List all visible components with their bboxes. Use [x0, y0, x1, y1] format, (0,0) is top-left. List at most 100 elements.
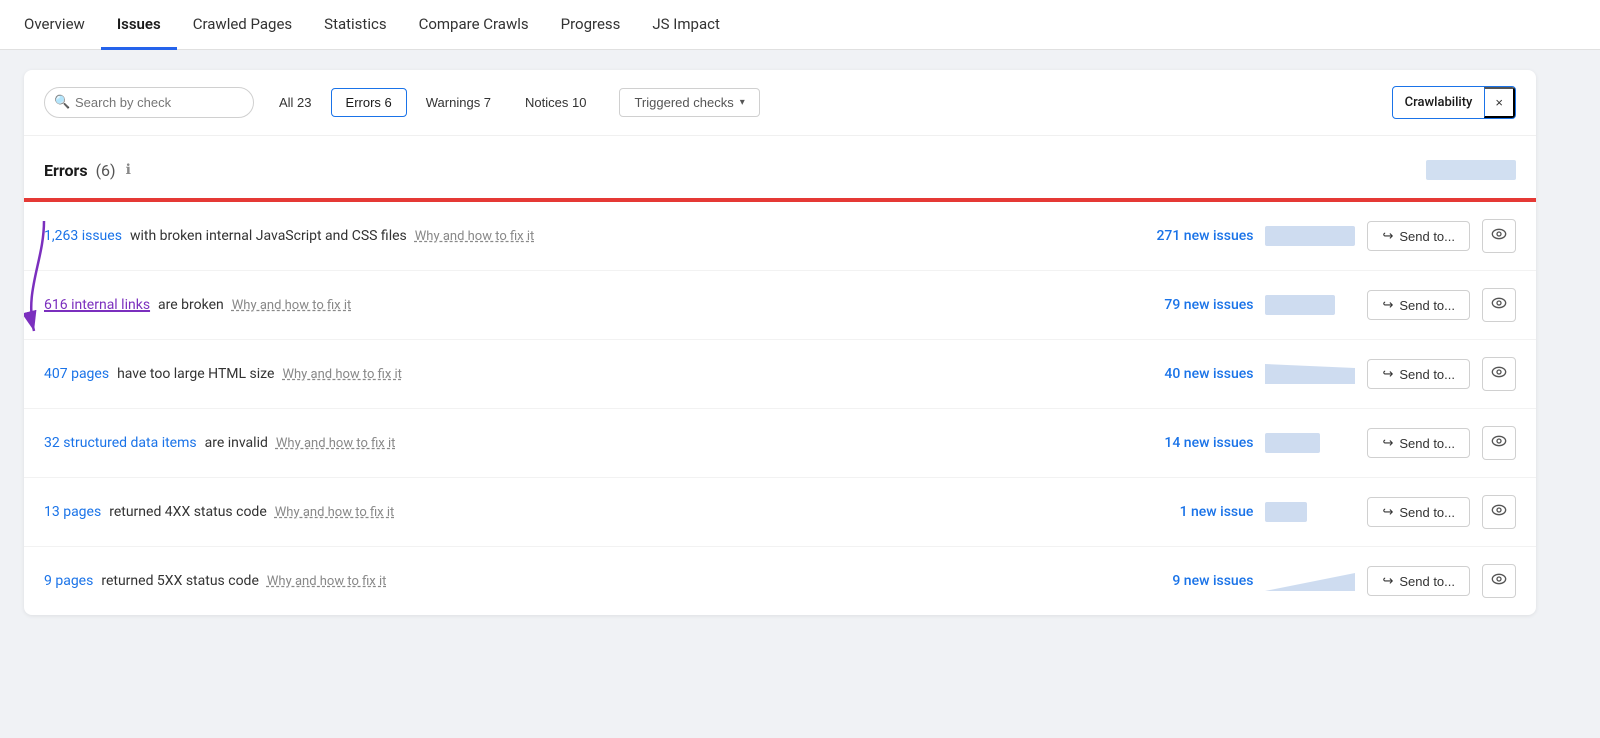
issue-chart [1265, 218, 1355, 254]
send-to-button[interactable]: ↪ Send to... [1367, 428, 1470, 458]
eye-button[interactable] [1482, 426, 1516, 460]
send-to-button[interactable]: ↪ Send to... [1367, 566, 1470, 596]
issue-description: with broken internal JavaScript and CSS … [130, 228, 407, 244]
top-navigation: Overview Issues Crawled Pages Statistics… [0, 0, 1600, 50]
eye-button[interactable] [1482, 288, 1516, 322]
fix-link[interactable]: Why and how to fix it [415, 229, 535, 244]
send-icon: ↪ [1382, 297, 1393, 313]
main-content: 🔍 All 23 Errors 6 Warnings 7 Notices 10 … [0, 50, 1560, 635]
chevron-down-icon: ▾ [740, 97, 745, 108]
issue-description: are broken [158, 297, 224, 313]
crawlability-filter: Crawlability × [1392, 86, 1516, 119]
nav-progress[interactable]: Progress [545, 0, 637, 50]
fix-link[interactable]: Why and how to fix it [232, 298, 352, 313]
issue-link[interactable]: 9 pages [44, 573, 93, 589]
send-to-button[interactable]: ↪ Send to... [1367, 221, 1470, 251]
issue-row: 32 structured data items are invalid Why… [24, 409, 1536, 478]
issue-row: 407 pages have too large HTML size Why a… [24, 340, 1536, 409]
issue-link[interactable]: 407 pages [44, 366, 109, 382]
new-issues-count: 9 new issues [1133, 573, 1253, 589]
triggered-checks-button[interactable]: Triggered checks ▾ [619, 88, 759, 117]
search-icon: 🔍 [54, 95, 70, 110]
fix-link[interactable]: Why and how to fix it [275, 505, 395, 520]
crawlability-close-button[interactable]: × [1484, 87, 1515, 118]
issue-main: 9 pages returned 5XX status code Why and… [44, 573, 1121, 589]
tab-notices[interactable]: Notices 10 [510, 88, 601, 117]
issue-main: 616 internal links are broken Why and ho… [44, 297, 1121, 313]
nav-overview[interactable]: Overview [24, 0, 101, 50]
issue-main: 32 structured data items are invalid Why… [44, 435, 1121, 451]
send-label: Send to... [1399, 367, 1455, 382]
new-issues-count: 14 new issues [1133, 435, 1253, 451]
send-icon: ↪ [1382, 435, 1393, 451]
eye-icon [1491, 364, 1507, 384]
new-issues-count: 1 new issue [1133, 504, 1253, 520]
search-input[interactable] [44, 87, 254, 118]
nav-compare-crawls[interactable]: Compare Crawls [403, 0, 545, 50]
nav-issues[interactable]: Issues [101, 0, 177, 50]
issues-card: 🔍 All 23 Errors 6 Warnings 7 Notices 10 … [24, 70, 1536, 615]
eye-button[interactable] [1482, 219, 1516, 253]
fix-link[interactable]: Why and how to fix it [267, 574, 387, 589]
crawlability-label: Crawlability [1393, 89, 1485, 116]
eye-button[interactable] [1482, 564, 1516, 598]
issue-chart [1265, 356, 1355, 392]
send-icon: ↪ [1382, 504, 1393, 520]
issue-main: 1,263 issues with broken internal JavaSc… [44, 228, 1121, 244]
send-icon: ↪ [1382, 366, 1393, 382]
issue-main: 407 pages have too large HTML size Why a… [44, 366, 1121, 382]
issue-description: have too large HTML size [117, 366, 274, 382]
eye-icon [1491, 502, 1507, 522]
issue-chart [1265, 494, 1355, 530]
issue-description: are invalid [205, 435, 268, 451]
send-icon: ↪ [1382, 573, 1393, 589]
eye-button[interactable] [1482, 495, 1516, 529]
eye-icon [1491, 433, 1507, 453]
send-icon: ↪ [1382, 228, 1393, 244]
send-label: Send to... [1399, 436, 1455, 451]
issue-link[interactable]: 1,263 issues [44, 228, 122, 244]
search-wrapper: 🔍 [44, 87, 254, 118]
triggered-checks-label: Triggered checks [634, 95, 733, 110]
tab-errors[interactable]: Errors 6 [331, 88, 407, 117]
send-to-button[interactable]: ↪ Send to... [1367, 359, 1470, 389]
issues-list: 1,263 issues with broken internal JavaSc… [24, 202, 1536, 615]
issue-chart [1265, 563, 1355, 599]
issue-chart [1265, 287, 1355, 323]
issue-link[interactable]: 32 structured data items [44, 435, 197, 451]
new-issues-count: 271 new issues [1133, 228, 1253, 244]
errors-title-text: Errors [44, 161, 88, 180]
issue-row: 616 internal links are broken Why and ho… [24, 271, 1536, 340]
filter-bar: 🔍 All 23 Errors 6 Warnings 7 Notices 10 … [24, 70, 1536, 136]
errors-bar-chart [1426, 152, 1516, 188]
issue-row: 13 pages returned 4XX status code Why an… [24, 478, 1536, 547]
send-to-button[interactable]: ↪ Send to... [1367, 497, 1470, 527]
errors-section-header: Errors (6) ℹ [24, 136, 1536, 198]
eye-icon [1491, 295, 1507, 315]
issue-link[interactable]: 13 pages [44, 504, 101, 520]
issue-chart [1265, 425, 1355, 461]
filter-tabs: All 23 Errors 6 Warnings 7 Notices 10 [264, 88, 601, 117]
errors-title: Errors (6) [44, 161, 116, 180]
issue-row: 1,263 issues with broken internal JavaSc… [24, 202, 1536, 271]
errors-count: (6) [96, 161, 116, 180]
eye-button[interactable] [1482, 357, 1516, 391]
send-label: Send to... [1399, 298, 1455, 313]
eye-icon [1491, 571, 1507, 591]
tab-all[interactable]: All 23 [264, 88, 327, 117]
tab-warnings[interactable]: Warnings 7 [411, 88, 506, 117]
send-to-button[interactable]: ↪ Send to... [1367, 290, 1470, 320]
info-icon[interactable]: ℹ [126, 162, 131, 178]
nav-js-impact[interactable]: JS Impact [636, 0, 735, 50]
send-label: Send to... [1399, 505, 1455, 520]
new-issues-count: 40 new issues [1133, 366, 1253, 382]
nav-statistics[interactable]: Statistics [308, 0, 402, 50]
issue-main: 13 pages returned 4XX status code Why an… [44, 504, 1121, 520]
nav-crawled-pages[interactable]: Crawled Pages [177, 0, 308, 50]
issue-description: returned 5XX status code [101, 573, 259, 589]
fix-link[interactable]: Why and how to fix it [282, 367, 402, 382]
section-bar-preview [1426, 152, 1516, 188]
fix-link[interactable]: Why and how to fix it [276, 436, 396, 451]
new-issues-count: 79 new issues [1133, 297, 1253, 313]
issue-link[interactable]: 616 internal links [44, 297, 150, 313]
